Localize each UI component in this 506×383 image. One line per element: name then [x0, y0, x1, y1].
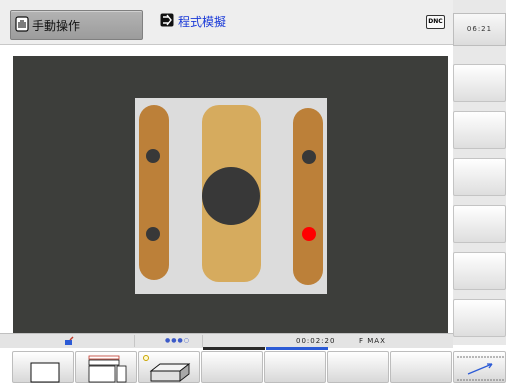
workpiece-graphic: [135, 98, 327, 294]
hand-icon: [15, 16, 29, 32]
run-timer: 00:02:20: [296, 337, 336, 345]
vertical-softkey-1[interactable]: [453, 64, 506, 102]
right-slot-pocket: [293, 108, 323, 285]
softkey-6[interactable]: [327, 351, 389, 383]
left-slot-pocket: [139, 105, 169, 280]
mode-manual-label: 手動操作: [32, 19, 81, 33]
status-separator: [202, 335, 203, 347]
softkey-5[interactable]: [264, 351, 326, 383]
view-plan-softkey[interactable]: [12, 351, 74, 383]
progress-dots: ●●●○: [165, 337, 190, 344]
status-bar: ●●●○ 00:02:20 F MAX: [0, 333, 453, 348]
view-3d-softkey[interactable]: [138, 351, 200, 383]
clock-display: 06:21: [453, 13, 506, 46]
left-hole-top: [146, 149, 160, 163]
vertical-softkey-4[interactable]: [453, 205, 506, 243]
vertical-softkey-3[interactable]: [453, 158, 506, 196]
softkey-4[interactable]: [201, 351, 263, 383]
softkey-7[interactable]: [390, 351, 452, 383]
3d-view-icon: [143, 355, 191, 382]
dnc-badge: DNC: [426, 15, 445, 29]
right-hole-top: [302, 150, 316, 164]
next-softkey-row[interactable]: [453, 351, 506, 383]
view-three-planes-softkey[interactable]: [75, 351, 137, 383]
active-softkey-indicator: [266, 347, 328, 350]
vertical-softkey-2[interactable]: [453, 111, 506, 149]
mode-program-label: 程式模擬: [178, 15, 227, 29]
tool-position-marker: [302, 227, 316, 241]
feed-rate-label: F MAX: [359, 337, 386, 345]
vertical-softkey-6[interactable]: [453, 299, 506, 337]
three-planes-icon: [88, 355, 127, 383]
center-hole: [202, 167, 260, 225]
simulation-viewport[interactable]: [13, 56, 448, 333]
left-hole-bottom: [146, 227, 160, 241]
vertical-softkey-panel: 06:21: [453, 0, 506, 345]
header-bar: 手動操作 程式模擬 DNC: [0, 0, 453, 45]
status-separator: [134, 335, 135, 347]
softkey-divider-bar: [203, 347, 265, 350]
program-arrow-icon: [160, 13, 174, 27]
vertical-softkey-5[interactable]: [453, 252, 506, 290]
machine-status-icon: [65, 336, 74, 345]
mode-manual-operation[interactable]: 手動操作: [10, 10, 143, 40]
plan-view-icon: [30, 362, 60, 383]
next-row-arrow-icon: [457, 356, 505, 381]
